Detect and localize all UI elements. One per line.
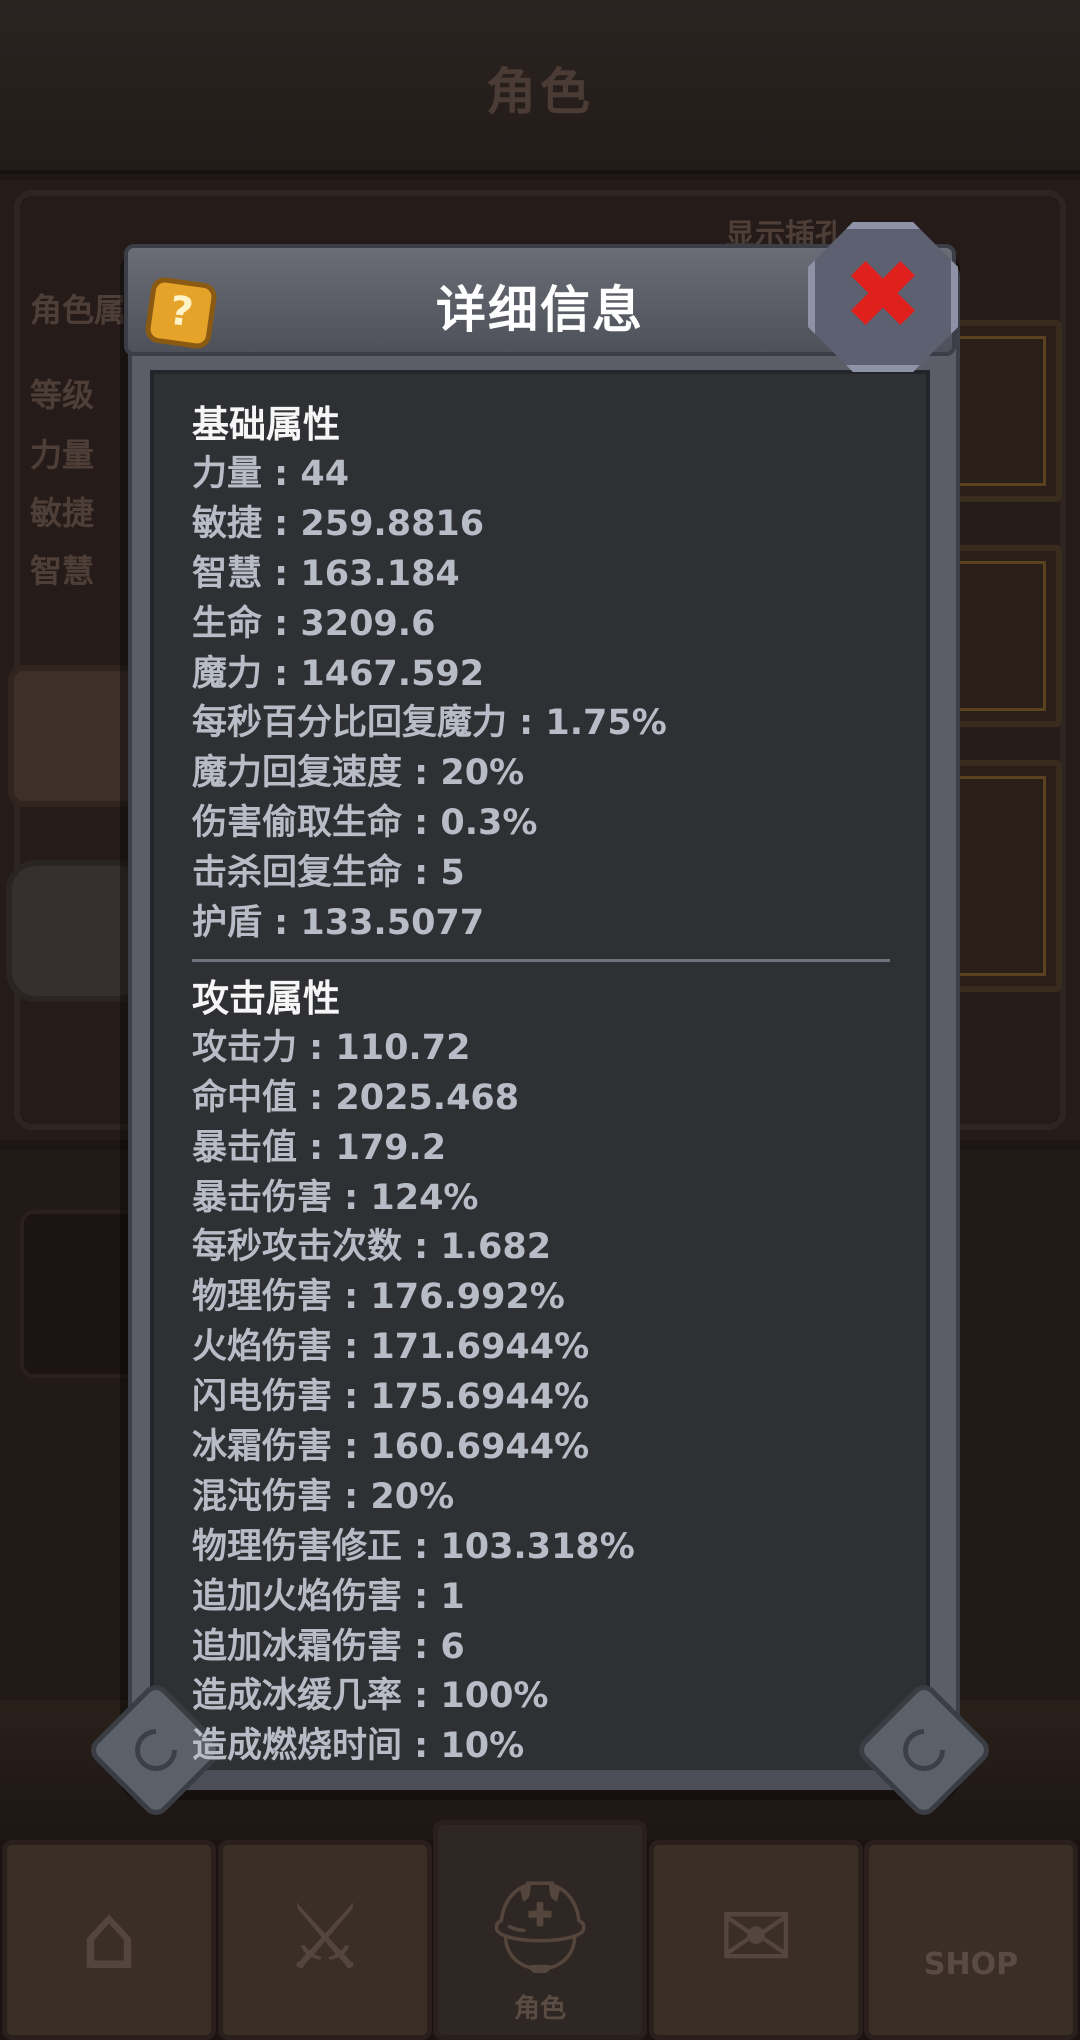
stat-row: 混沌伤害 : 20% (192, 1476, 455, 1517)
stat-row: 追加火焰伤害 : 1 (192, 1576, 465, 1617)
stat-row: 冰霜伤害 : 160.6944% (192, 1427, 590, 1468)
stat-row: 追加冰霜伤害 : 6 (192, 1626, 465, 1667)
stat-row: 火焰伤害 : 171.6944% (192, 1327, 590, 1368)
stat-row: 魔力 : 1467.592 (192, 653, 485, 694)
screen-title: 角色 (486, 63, 594, 121)
attack-attributes-list: 攻击力 : 110.72 命中值 : 2025.468 暴击值 : 179.2 暴击伤… (192, 1024, 892, 1772)
basic-attributes-list: 力量 : 44 敏捷 : 259.8816 智慧 : 163.184 生命 : 320… (192, 450, 892, 949)
stat-row: 物理伤害 : 176.992% (192, 1277, 565, 1318)
stats-list: 基础属性 力量 : 44 敏捷 : 259.8816 智慧 : 163.184 生命 … (192, 400, 892, 1772)
stat-row: 魔力回复速度 : 20% (192, 753, 525, 794)
helmet-icon: ⛑ (482, 1875, 598, 1980)
home-icon: ⌂ (80, 1885, 138, 1990)
close-button[interactable]: ✖ (808, 222, 958, 372)
stat-row: 闪电伤害 : 175.6944% (192, 1377, 590, 1418)
stat-row: 物理伤害修正 : 103.318% (192, 1526, 635, 1567)
stat-row: 造成冰缓几率 : 100% (192, 1676, 549, 1717)
stat-row: 每秒百分比回复魔力 : 1.75% (192, 703, 667, 744)
agility-label: 敏捷 (30, 494, 95, 532)
stat-row: 每秒攻击次数 : 1.682 (192, 1227, 552, 1268)
stat-row: 暴击值 : 179.2 (192, 1127, 447, 1168)
character-attr-label: 角色属 (30, 291, 127, 329)
stat-row: 智慧 : 163.184 (192, 553, 460, 594)
scroll-icon: ✉ (718, 1885, 794, 1990)
help-button[interactable]: ? (143, 275, 219, 351)
stat-row: 敏捷 : 259.8816 (192, 503, 485, 544)
wisdom-label: 智慧 (30, 552, 95, 590)
nav-home-button[interactable]: ⌂ (2, 1840, 216, 2040)
stat-row: 攻击力 : 110.72 (192, 1027, 471, 1068)
basic-attributes-title: 基础属性 (192, 403, 340, 446)
stat-row: 护盾 : 133.5077 (192, 903, 485, 944)
stat-row: 伤害偷取生命 : 0.3% (192, 803, 538, 844)
dialog-footer (140, 1770, 940, 1790)
stat-row: 力量 : 44 (192, 454, 350, 494)
nav-character-button[interactable]: ⛑ 角色 (433, 1820, 647, 2040)
nav-equipment-button[interactable]: ⚔ (218, 1840, 432, 2040)
strength-label: 力量 (30, 436, 95, 474)
section-divider (192, 958, 890, 962)
question-icon: ? (166, 287, 196, 337)
shop-icon: SHOP (923, 1947, 1019, 1982)
bottom-nav: ⌂ ⚔ ⛑ 角色 ✉ SHOP (0, 1820, 1080, 2040)
stat-row: 命中值 : 2025.468 (192, 1077, 520, 1118)
nav-shop-button[interactable]: SHOP (864, 1840, 1078, 2040)
stat-row: 生命 : 3209.6 (192, 603, 436, 644)
nav-character-label: 角色 (513, 1994, 566, 2024)
attack-attributes-title: 攻击属性 (192, 976, 340, 1020)
stat-row: 造成燃烧时间 : 10% (192, 1726, 525, 1767)
sword-shield-icon: ⚔ (284, 1885, 366, 1990)
stat-row: 暴击伤害 : 124% (192, 1177, 479, 1218)
stat-row: 击杀回复生命 : 5 (192, 853, 465, 894)
close-x-icon: ✖ (842, 239, 924, 351)
level-label: 等级 (30, 376, 95, 414)
nav-quest-button[interactable]: ✉ (649, 1840, 863, 2040)
